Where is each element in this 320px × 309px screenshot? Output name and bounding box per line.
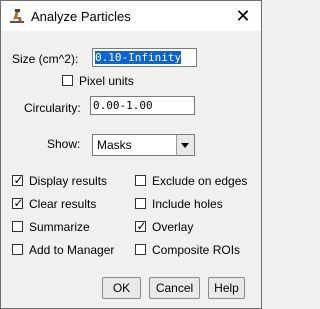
clear-results-checkbox[interactable]: ✓ Clear results bbox=[12, 196, 132, 213]
exclude-on-edges-label: Exclude on edges bbox=[152, 174, 248, 188]
clear-results-label: Clear results bbox=[29, 197, 97, 211]
show-label: Show: bbox=[47, 137, 81, 151]
title-bar[interactable]: Analyze Particles ✕ bbox=[1, 1, 261, 31]
help-button[interactable]: Help bbox=[208, 277, 245, 299]
window-title: Analyze Particles bbox=[31, 9, 131, 24]
close-icon[interactable]: ✕ bbox=[229, 4, 257, 28]
circularity-input-value: 0.00-1.00 bbox=[93, 99, 153, 112]
display-results-box[interactable]: ✓ bbox=[12, 173, 24, 187]
include-holes-checkbox[interactable]: Include holes bbox=[135, 197, 255, 213]
overlay-label: Overlay bbox=[152, 220, 194, 234]
checkmark-icon: ✓ bbox=[13, 173, 24, 187]
summarize-checkbox[interactable]: Summarize bbox=[12, 220, 132, 236]
show-selected-value: Masks bbox=[97, 138, 132, 152]
cancel-button[interactable]: Cancel bbox=[149, 277, 200, 299]
clear-results-box[interactable]: ✓ bbox=[12, 196, 24, 210]
add-to-manager-box[interactable] bbox=[12, 244, 23, 255]
checkmark-icon: ✓ bbox=[13, 196, 24, 210]
pixel-units-checkbox[interactable]: Pixel units bbox=[62, 74, 182, 90]
summarize-label: Summarize bbox=[29, 220, 90, 234]
microscope-icon bbox=[10, 9, 24, 23]
circularity-input[interactable]: 0.00-1.00 bbox=[90, 96, 195, 115]
summarize-box[interactable] bbox=[12, 221, 23, 232]
composite-rois-checkbox[interactable]: Composite ROIs bbox=[135, 243, 255, 259]
size-input-value: 0.10-Infinity bbox=[95, 51, 182, 64]
overlay-box[interactable]: ✓ bbox=[135, 219, 147, 233]
pixel-units-label: Pixel units bbox=[79, 74, 134, 88]
exclude-on-edges-box[interactable] bbox=[135, 175, 146, 186]
ok-button[interactable]: OK bbox=[102, 277, 141, 299]
composite-rois-box[interactable] bbox=[135, 244, 146, 255]
add-to-manager-checkbox[interactable]: Add to Manager bbox=[12, 243, 132, 259]
size-label: Size (cm^2): bbox=[12, 52, 79, 66]
checkmark-icon: ✓ bbox=[136, 219, 147, 233]
display-results-checkbox[interactable]: ✓ Display results bbox=[12, 173, 132, 190]
exclude-on-edges-checkbox[interactable]: Exclude on edges bbox=[135, 174, 255, 190]
composite-rois-label: Composite ROIs bbox=[152, 243, 241, 257]
display-results-label: Display results bbox=[29, 174, 108, 188]
chevron-down-icon[interactable] bbox=[176, 135, 194, 155]
include-holes-label: Include holes bbox=[152, 197, 223, 211]
include-holes-box[interactable] bbox=[135, 198, 146, 209]
dialog-window: Analyze Particles ✕ Size (cm^2): 0.10-In… bbox=[0, 0, 262, 309]
show-select[interactable]: Masks bbox=[92, 134, 195, 156]
circularity-label: Circularity: bbox=[24, 101, 81, 115]
overlay-checkbox[interactable]: ✓ Overlay bbox=[135, 219, 255, 236]
add-to-manager-label: Add to Manager bbox=[29, 243, 115, 257]
size-input[interactable]: 0.10-Infinity bbox=[92, 48, 197, 67]
pixel-units-box[interactable] bbox=[62, 75, 73, 86]
